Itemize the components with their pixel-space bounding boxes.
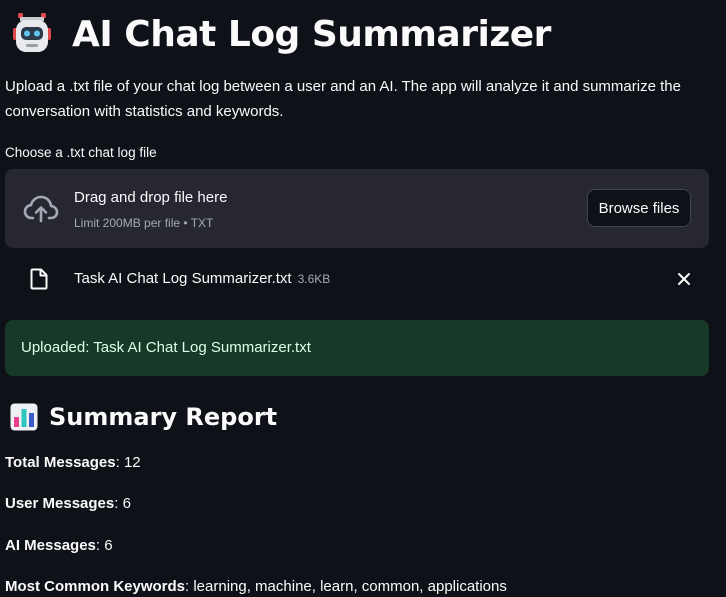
file-size: 3.6KB	[297, 272, 331, 286]
stat-total-messages: Total Messages: 12	[5, 454, 141, 471]
summary-header: Summary Report	[10, 397, 277, 437]
stat-ai-messages: AI Messages: 6	[5, 537, 113, 554]
app-description: Upload a .txt file of your chat log betw…	[5, 78, 681, 120]
uploaded-file-item: Task AI Chat Log Summarizer.txt 3.6KB	[5, 262, 709, 296]
app-page: AI Chat Log Summarizer Upload a .txt fil…	[0, 0, 726, 597]
dropzone-limit-text: Limit 200MB per file • TXT	[74, 216, 214, 230]
stat-common-keywords: Most Common Keywords: learning, machine,…	[5, 578, 507, 595]
upload-success-message: Uploaded: Task AI Chat Log Summarizer.tx…	[21, 339, 311, 356]
file-icon	[30, 268, 48, 290]
page-title: AI Chat Log Summarizer	[72, 13, 551, 55]
browse-files-button[interactable]: Browse files	[587, 189, 691, 227]
upload-success-alert: Uploaded: Task AI Chat Log Summarizer.tx…	[5, 320, 709, 376]
file-dropzone[interactable]: Drag and drop file here Limit 200MB per …	[5, 169, 709, 248]
stat-user-messages: User Messages: 6	[5, 495, 131, 512]
dropzone-instructions: Drag and drop file here	[74, 189, 228, 206]
stat-keywords-label: Most Common Keywords	[5, 578, 186, 595]
summary-title: Summary Report	[49, 403, 278, 431]
file-name-text: Task AI Chat Log Summarizer.txt	[74, 270, 292, 287]
cloud-upload-icon	[23, 195, 59, 223]
stat-ai-label: AI Messages	[5, 537, 96, 554]
stat-ai-value: : 6	[95, 537, 113, 554]
stat-total-label: Total Messages	[5, 454, 116, 471]
stat-user-value: : 6	[114, 495, 131, 512]
stat-user-label: User Messages	[5, 495, 115, 512]
bar-chart-icon	[10, 403, 38, 431]
robot-icon	[13, 13, 51, 52]
file-uploader-label: Choose a .txt chat log file	[5, 145, 157, 160]
page-header: AI Chat Log Summarizer	[10, 6, 551, 62]
stat-total-value: : 12	[115, 454, 141, 471]
close-icon[interactable]	[675, 270, 693, 288]
stat-keywords-value: : learning, machine, learn, common, appl…	[185, 578, 507, 595]
uploaded-file-name: Task AI Chat Log Summarizer.txt 3.6KB	[74, 270, 330, 287]
